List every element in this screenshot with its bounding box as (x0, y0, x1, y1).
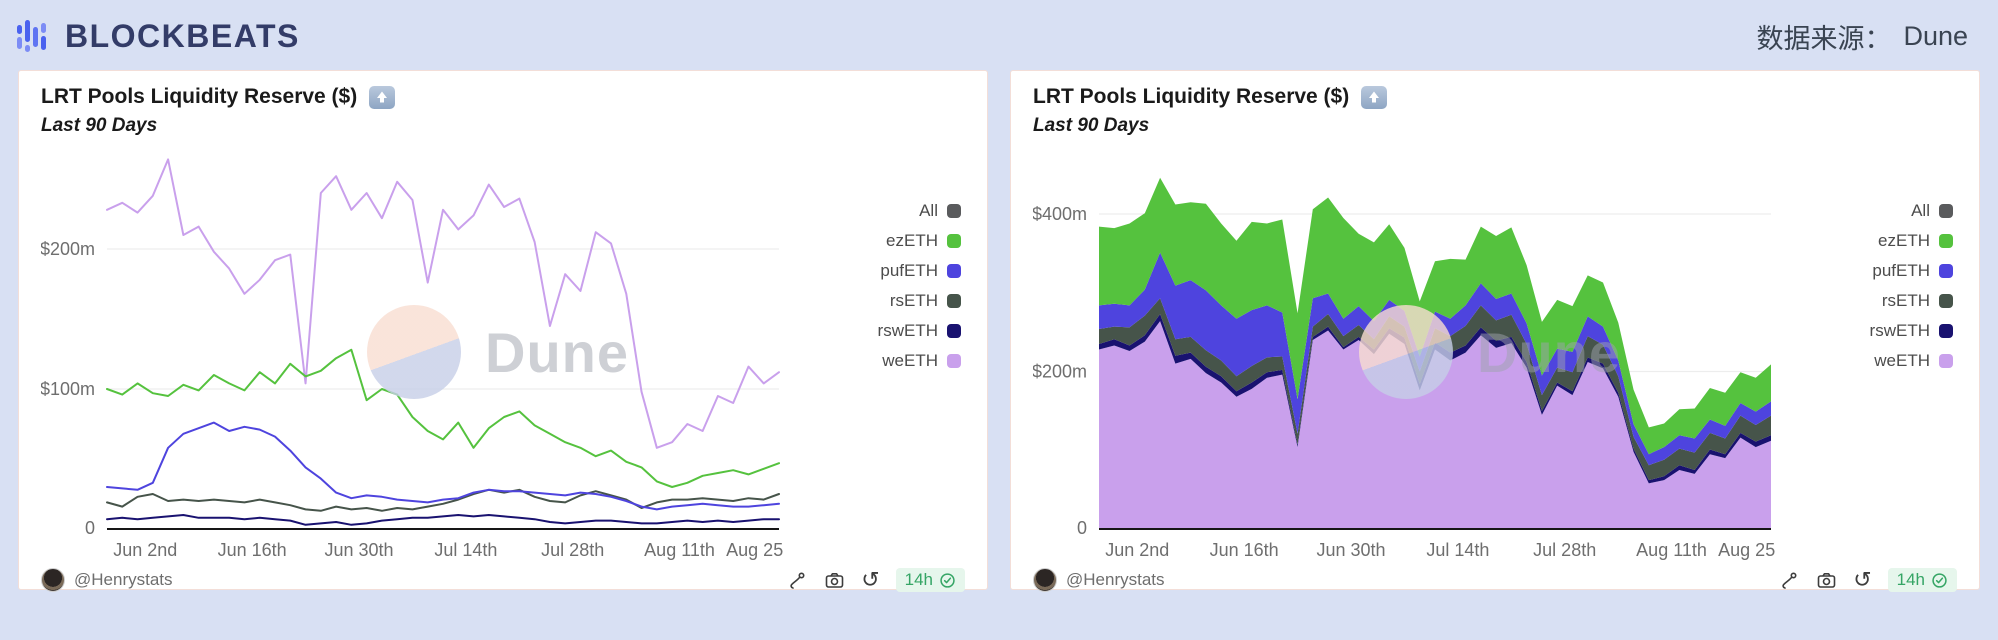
legend-item-rseth[interactable]: rsETH (890, 291, 961, 311)
legend-item-weeth[interactable]: weETH (882, 351, 961, 371)
x-axis-label: Jun 2nd (1105, 540, 1169, 560)
legend-color-chip (947, 294, 961, 308)
legend-color-chip (947, 234, 961, 248)
legend-label: pufETH (1872, 261, 1930, 281)
check-circle-icon (1931, 572, 1948, 589)
legend-color-chip (1939, 324, 1953, 338)
legend-label: ezETH (1878, 231, 1930, 251)
author-avatar[interactable] (41, 568, 65, 592)
legend-item-pufeth[interactable]: pufETH (1872, 261, 1953, 281)
blockbeats-logo-text: BLOCKBEATS (65, 18, 300, 55)
chart-legend: All ezETH pufETH rsETH rswETH weETH (1870, 141, 1957, 565)
series-line-ezETH (107, 350, 779, 487)
refresh-icon[interactable]: ↺ (861, 569, 879, 591)
legend-item-rseth[interactable]: rsETH (1882, 291, 1953, 311)
y-axis-label: 0 (85, 518, 95, 538)
author-avatar[interactable] (1033, 568, 1057, 592)
line-chart-card: LRT Pools Liquidity Reserve ($) Last 90 … (18, 70, 988, 590)
legend-item-rsweth[interactable]: rswETH (1870, 321, 1953, 341)
check-circle-icon (939, 572, 956, 589)
data-source-value: Dune (1903, 21, 1968, 52)
refreshed-ago-label: 14h (905, 570, 933, 590)
legend-item-rsweth[interactable]: rswETH (878, 321, 961, 341)
y-axis-label: $100m (41, 379, 95, 399)
legend-color-chip (1939, 354, 1953, 368)
legend-item-all[interactable]: All (919, 201, 961, 221)
y-axis-label: $200m (41, 239, 95, 259)
refreshed-ago-badge[interactable]: 14h (1888, 568, 1957, 592)
y-axis-label: 0 (1077, 518, 1087, 538)
x-axis-label: Aug 11th (1636, 540, 1707, 560)
x-axis-label: Jun 30th (324, 540, 393, 560)
legend-color-chip (1939, 204, 1953, 218)
data-source: 数据来源： Dune (1756, 17, 1968, 56)
x-axis-label: Jul 28th (1533, 540, 1596, 560)
legend-label: rsETH (1882, 291, 1930, 311)
chart-title: LRT Pools Liquidity Reserve ($) (1033, 85, 1349, 109)
y-axis-label: $200m (1033, 362, 1087, 382)
x-axis-label: Jun 2nd (113, 540, 177, 560)
legend-color-chip (1939, 294, 1953, 308)
stacked-area-chart[interactable]: $400m $200m 0 Jun 2nd Jun 16th Jun 30th Jul 14… (1033, 141, 1775, 565)
charts-container: LRT Pools Liquidity Reserve ($) Last 90 … (0, 70, 1998, 590)
legend-label: rswETH (1870, 321, 1930, 341)
series-line-rswETH (107, 515, 779, 525)
legend-color-chip (947, 264, 961, 278)
legend-color-chip (947, 354, 961, 368)
refreshed-ago-label: 14h (1897, 570, 1925, 590)
blockbeats-logo[interactable]: BLOCKBEATS (14, 15, 300, 57)
legend-color-chip (947, 204, 961, 218)
camera-icon[interactable] (1816, 570, 1837, 591)
x-axis-label: Jun 16th (1210, 540, 1279, 560)
x-axis-label: Jul 14th (1426, 540, 1489, 560)
x-axis-label: Aug 25th (726, 540, 783, 560)
legend-color-chip (1939, 234, 1953, 248)
legend-item-ezeth[interactable]: ezETH (886, 231, 961, 251)
up-arrow-badge-icon (369, 86, 395, 109)
legend-label: pufETH (880, 261, 938, 281)
line-chart[interactable]: $200m $100m 0 Jun 2nd Jun 16th Jun 30th Jul 14… (41, 141, 783, 565)
series-line-weETH (107, 159, 779, 447)
legend-label: rsETH (890, 291, 938, 311)
legend-label: ezETH (886, 231, 938, 251)
top-bar: BLOCKBEATS 数据来源： Dune (0, 0, 1998, 70)
legend-label: All (919, 201, 938, 221)
x-axis-label: Jun 16th (218, 540, 287, 560)
fork-icon[interactable] (787, 570, 808, 591)
legend-item-weeth[interactable]: weETH (1874, 351, 1953, 371)
x-axis-label: Jun 30th (1316, 540, 1385, 560)
x-axis-label: Aug 11th (644, 540, 715, 560)
legend-label: rswETH (878, 321, 938, 341)
refreshed-ago-badge[interactable]: 14h (896, 568, 965, 592)
y-axis-label: $400m (1033, 204, 1087, 224)
legend-item-all[interactable]: All (1911, 201, 1953, 221)
refresh-icon[interactable]: ↺ (1853, 569, 1871, 591)
card-footer: @Henrystats ↺ 14h (41, 565, 965, 592)
camera-icon[interactable] (824, 570, 845, 591)
legend-item-ezeth[interactable]: ezETH (1878, 231, 1953, 251)
blockbeats-logo-icon (14, 15, 56, 57)
legend-label: weETH (882, 351, 938, 371)
data-source-label: 数据来源： (1756, 17, 1891, 56)
legend-color-chip (1939, 264, 1953, 278)
x-axis-label: Jul 28th (541, 540, 604, 560)
chart-legend: All ezETH pufETH rsETH rswETH weETH (878, 141, 965, 565)
area-chart-card: LRT Pools Liquidity Reserve ($) Last 90 … (1010, 70, 1980, 590)
legend-item-pufeth[interactable]: pufETH (880, 261, 961, 281)
x-axis-label: Jul 14th (434, 540, 497, 560)
x-axis-label: Aug 25th (1718, 540, 1775, 560)
up-arrow-badge-icon (1361, 86, 1387, 109)
fork-icon[interactable] (1779, 570, 1800, 591)
legend-label: weETH (1874, 351, 1930, 371)
chart-subtitle: Last 90 Days (41, 115, 965, 137)
legend-label: All (1911, 201, 1930, 221)
chart-title: LRT Pools Liquidity Reserve ($) (41, 85, 357, 109)
legend-color-chip (947, 324, 961, 338)
author-handle[interactable]: @Henrystats (74, 570, 173, 590)
card-footer: @Henrystats ↺ 14h (1033, 565, 1957, 592)
chart-subtitle: Last 90 Days (1033, 115, 1957, 137)
author-handle[interactable]: @Henrystats (1066, 570, 1165, 590)
